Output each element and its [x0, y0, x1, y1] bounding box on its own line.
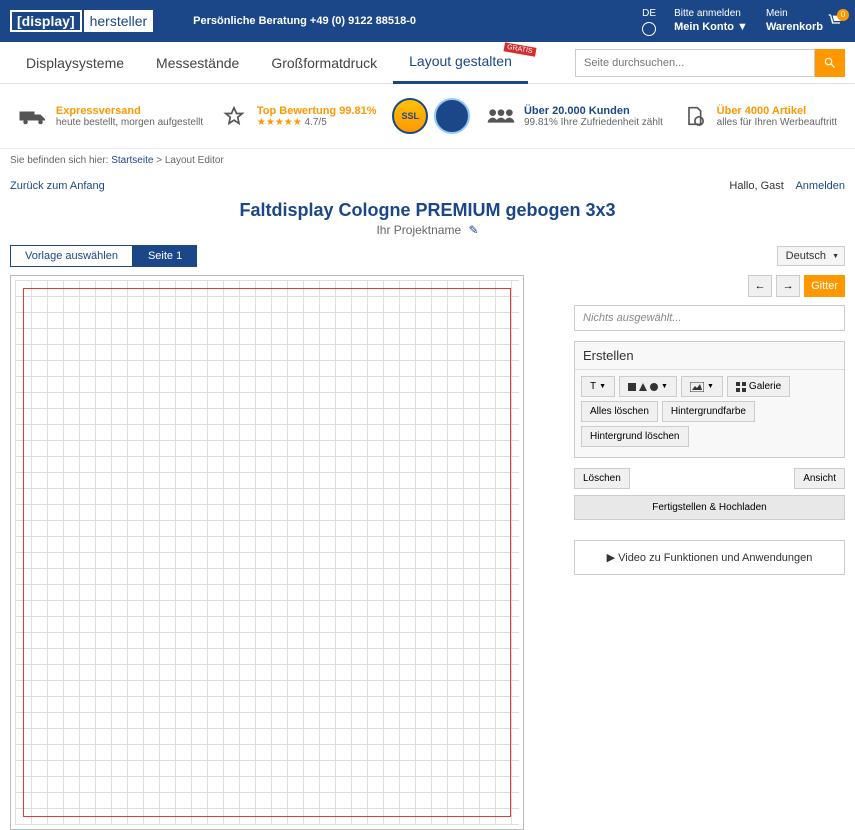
- arrow-left-icon: ←: [755, 280, 766, 292]
- bgclear-button[interactable]: Hintergrund löschen: [581, 426, 689, 447]
- cart-icon: 0: [827, 13, 845, 29]
- logo[interactable]: [display] hersteller: [10, 10, 153, 32]
- undo-button[interactable]: ←: [748, 275, 772, 297]
- feature-articles: Über 4000 Artikel alles für Ihren Werbea…: [679, 105, 837, 128]
- canvas-wrap: [10, 275, 524, 830]
- create-panel-header: Erstellen: [575, 342, 844, 370]
- grid-icon: [736, 382, 746, 392]
- chevron-down-icon: ▼: [599, 383, 606, 390]
- nav-messestaende[interactable]: Messestände: [140, 42, 255, 84]
- ssl-badge-icon: SSL: [392, 98, 428, 134]
- chevron-down-icon: ▼: [661, 383, 668, 390]
- people-icon: [486, 106, 516, 126]
- design-canvas[interactable]: [15, 280, 519, 825]
- arrow-right-icon: →: [783, 280, 794, 292]
- cart-link[interactable]: Mein Warenkorb 0: [766, 7, 845, 34]
- trust-badge-icon: [434, 98, 470, 134]
- image-icon: [690, 382, 704, 392]
- video-help-button[interactable]: ▶ Video zu Funktionen und Anwendungen: [574, 540, 845, 575]
- square-icon: [628, 383, 636, 391]
- star-icon: [219, 106, 249, 126]
- tab-page-1[interactable]: Seite 1: [133, 245, 197, 267]
- shapes-tool-button[interactable]: ▼: [619, 376, 677, 397]
- triangle-icon: [639, 383, 647, 391]
- chevron-down-icon: ▼: [707, 383, 714, 390]
- delete-button[interactable]: Löschen: [574, 468, 630, 489]
- language-dropdown[interactable]: Deutsch: [777, 246, 845, 266]
- create-panel: Erstellen T ▼ ▼ ▼: [574, 341, 845, 458]
- clear-all-button[interactable]: Alles löschen: [581, 401, 658, 422]
- breadcrumb-current: Layout Editor: [165, 155, 224, 166]
- tabs-row: Vorlage auswählen Seite 1 Deutsch: [0, 237, 855, 275]
- nav-layout-gestalten[interactable]: Layout gestalten GRATIS: [393, 42, 528, 84]
- search: [575, 49, 845, 77]
- consult-phone: Persönliche Beratung +49 (0) 9122 88518-…: [193, 15, 416, 27]
- trust-badges: SSL: [392, 98, 470, 134]
- top-bar: [display] hersteller Persönliche Beratun…: [0, 0, 855, 42]
- view-button[interactable]: Ansicht: [794, 468, 845, 489]
- finish-upload-button[interactable]: Fertigstellen & Hochladen: [574, 495, 845, 520]
- edit-name-icon[interactable]: ✎: [468, 223, 478, 237]
- selection-status: Nichts ausgewählt...: [574, 305, 845, 331]
- feature-rating: Top Bewertung 99.81% ★★★★★ 4.7/5: [219, 105, 377, 128]
- play-icon: ▶: [607, 552, 615, 564]
- main-editor: ← → Gitter Nichts ausgewählt... Erstelle…: [0, 275, 855, 830]
- features-row: Expressversand heute bestellt, morgen au…: [0, 84, 855, 148]
- circle-icon: [650, 383, 658, 391]
- account-link[interactable]: Bitte anmelden Mein Konto ▼: [674, 7, 748, 34]
- nav-displaysysteme[interactable]: Displaysysteme: [10, 42, 140, 84]
- language-selector[interactable]: DE: [642, 7, 656, 36]
- bgcolor-button[interactable]: Hintergrundfarbe: [662, 401, 755, 422]
- breadcrumb: Sie befinden sich hier: Startseite > Lay…: [0, 148, 855, 172]
- gallery-button[interactable]: Galerie: [727, 376, 790, 397]
- bleed-frame: [23, 288, 511, 817]
- tab-template[interactable]: Vorlage auswählen: [10, 245, 133, 267]
- main-nav: Displaysysteme Messestände Großformatdru…: [0, 42, 855, 84]
- document-icon: [679, 106, 709, 126]
- feature-express: Expressversand heute bestellt, morgen au…: [18, 105, 203, 128]
- search-icon: [823, 56, 837, 70]
- truck-icon: [18, 106, 48, 126]
- grid-button[interactable]: Gitter: [804, 275, 845, 297]
- search-input[interactable]: [575, 49, 815, 77]
- image-tool-button[interactable]: ▼: [681, 376, 723, 397]
- login-link[interactable]: Anmelden: [795, 180, 845, 192]
- redo-button[interactable]: →: [776, 275, 800, 297]
- breadcrumb-home[interactable]: Startseite: [111, 155, 153, 166]
- editor-header-row: Zurück zum Anfang Hallo, Gast Anmelden: [0, 172, 855, 200]
- greeting: Hallo, Gast: [729, 180, 783, 192]
- text-tool-button[interactable]: T ▼: [581, 376, 615, 397]
- side-panel: ← → Gitter Nichts ausgewählt... Erstelle…: [574, 275, 845, 830]
- globe-icon: [642, 22, 656, 36]
- search-button[interactable]: [815, 49, 845, 77]
- page-title: Faltdisplay Cologne PREMIUM gebogen 3x3: [0, 200, 855, 221]
- nav-grossformatdruck[interactable]: Großformatdruck: [255, 42, 393, 84]
- back-link[interactable]: Zurück zum Anfang: [10, 180, 105, 192]
- feature-customers: Über 20.000 Kunden 99.81% Ihre Zufrieden…: [486, 105, 663, 128]
- project-name: Ihr Projektname ✎: [0, 223, 855, 237]
